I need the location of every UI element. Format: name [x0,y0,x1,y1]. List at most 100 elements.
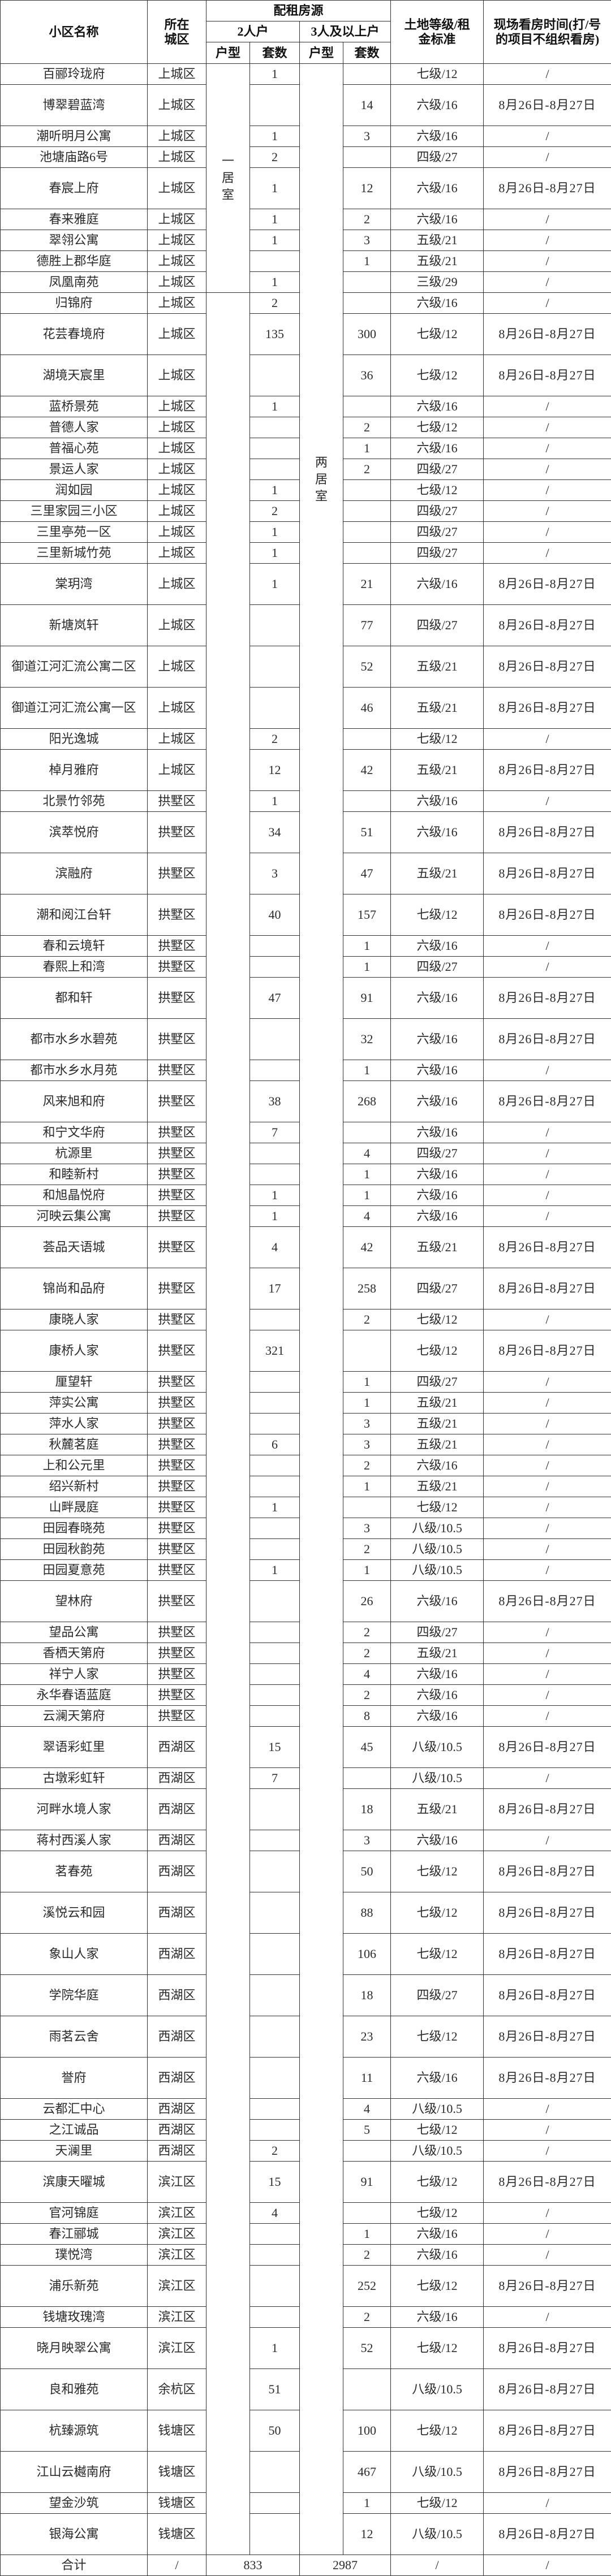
land-grade-rent: 七级/12 [390,2410,484,2452]
district: 钱塘区 [147,2492,206,2514]
three-person-count: 46 [342,687,391,729]
community-name: 御道江河汇流公寓二区 [0,646,148,688]
two-person-count: 15 [249,1726,300,1768]
district: 上城区 [147,563,206,605]
viewing-time-text: / [545,1542,549,1556]
viewing-time-text: / [545,275,549,289]
viewing-time: / [483,2306,611,2328]
land-grade-rent: 四级/27 [390,1143,484,1164]
three-person-count [342,500,391,522]
three-person-count: 50 [342,1851,391,1892]
district: 拱墅区 [147,853,206,894]
viewing-time: 8月26日-8月27日 [483,853,611,894]
district: 上城区 [147,146,206,168]
community-name: 北景竹邻苑 [0,790,148,812]
viewing-time-text: / [545,1833,549,1847]
viewing-time: 8月26日-8月27日 [483,1580,611,1622]
district: 滨江区 [147,2202,206,2224]
viewing-time: / [483,417,611,438]
two-person-count [249,1684,300,1706]
community-name-text: 都市水乡水碧苑 [30,1032,118,1046]
three-person-count: 1 [342,1371,391,1393]
two-person-count [249,1788,300,1830]
two-person-count [249,1018,300,1060]
viewing-time-text: / [545,420,549,434]
two-person-count: 4 [249,1226,300,1268]
district: 上城区 [147,749,206,791]
viewing-time: 8月26日-8月27日 [483,2161,611,2203]
land-grade-rent: 六级/16 [390,2223,484,2245]
viewing-time-text: 8月26日-8月27日 [498,98,596,112]
community-name: 春宸上府 [0,167,148,209]
viewing-time: / [483,126,611,147]
three-person-count: 5 [342,2119,391,2141]
district: 上城区 [147,271,206,293]
viewing-time: / [483,1497,611,1518]
district: 拱墅区 [147,977,206,1019]
viewing-time: / [483,1518,611,1539]
district: 拱墅区 [147,1164,206,1185]
viewing-time: 8月26日-8月27日 [483,977,611,1019]
viewing-time-text: 8月26日-8月27日 [498,1947,596,1961]
viewing-time: 8月26日-8月27日 [483,894,611,936]
viewing-time: 8月26日-8月27日 [483,1974,611,2016]
viewing-time-text: / [545,1188,549,1202]
district: 西湖区 [147,1726,206,1768]
community-name-text: 香栖天第府 [42,1646,105,1660]
viewing-time: 8月26日-8月27日 [483,2451,611,2493]
land-grade-rent: 六级/16 [390,935,484,957]
unit-type-two-bedroom: 两居室 [315,455,328,503]
two-person-count [249,1663,300,1685]
land-grade-rent: 三级/29 [390,271,484,293]
community-name: 誉府 [0,2057,148,2099]
three-person-count: 2 [342,1684,391,1706]
community-name: 萍实公寓 [0,1392,148,1414]
three-person-count: 23 [342,2016,391,2058]
land-grade-rent: 七级/12 [390,1933,484,1975]
viewing-time: / [483,935,611,957]
land-grade-rent: 四级/27 [390,459,484,480]
community-name-text: 学院华庭 [49,1988,99,2002]
community-name-text: 璞悦湾 [55,2247,93,2262]
district: 拱墅区 [147,1185,206,1206]
two-person-count [249,604,300,646]
land-grade-rent: 六级/16 [390,438,484,459]
community-name: 棠玥湾 [0,563,148,605]
three-person-count: 3 [342,230,391,251]
two-person-count [249,2492,300,2514]
three-person-count: 4 [342,1143,391,1164]
land-grade-rent: 八级/10.5 [390,2140,484,2162]
three-person-count: 2 [342,1538,391,1560]
district: 拱墅区 [147,1205,206,1227]
district: 上城区 [147,542,206,564]
community-name: 绍兴新村 [0,1476,148,1497]
three-person-count: 106 [342,1933,391,1975]
three-person-count: 52 [342,2327,391,2369]
land-grade-rent: 六级/16 [390,2244,484,2266]
community-name-text: 春熙上和湾 [42,959,105,974]
district: 滨江区 [147,2327,206,2369]
viewing-time-text: 8月26日-8月27日 [498,2341,596,2355]
viewing-time: / [483,500,611,522]
community-name-text: 浦乐新苑 [49,2279,99,2293]
community-name: 云澜天第府 [0,1705,148,1727]
community-name: 璞悦湾 [0,2244,148,2266]
land-grade-rent: 四级/27 [390,1268,484,1309]
viewing-time-text: / [545,732,549,746]
land-grade-rent: 七级/12 [390,355,484,396]
three-person-count: 2 [342,459,391,480]
three-person-count: 2 [342,209,391,230]
district: 上城区 [147,396,206,417]
two-person-count: 1 [249,563,300,605]
community-name-text: 田园春晓苑 [42,1521,105,1535]
land-grade-rent: 五级/21 [390,1788,484,1830]
community-name-text: 康晓人家 [49,1312,99,1326]
viewing-time: 8月26日-8月27日 [483,749,611,791]
community-name: 杭臻源筑 [0,2410,148,2452]
community-name-text: 博翠碧蓝湾 [42,98,105,112]
community-name-text: 河畔水境人家 [36,1802,111,1816]
header-land-grade: 土地等级/租金标准 [390,0,484,64]
viewing-time: / [483,209,611,230]
viewing-time-text: / [545,1458,549,1472]
viewing-time-text: / [545,2206,549,2220]
